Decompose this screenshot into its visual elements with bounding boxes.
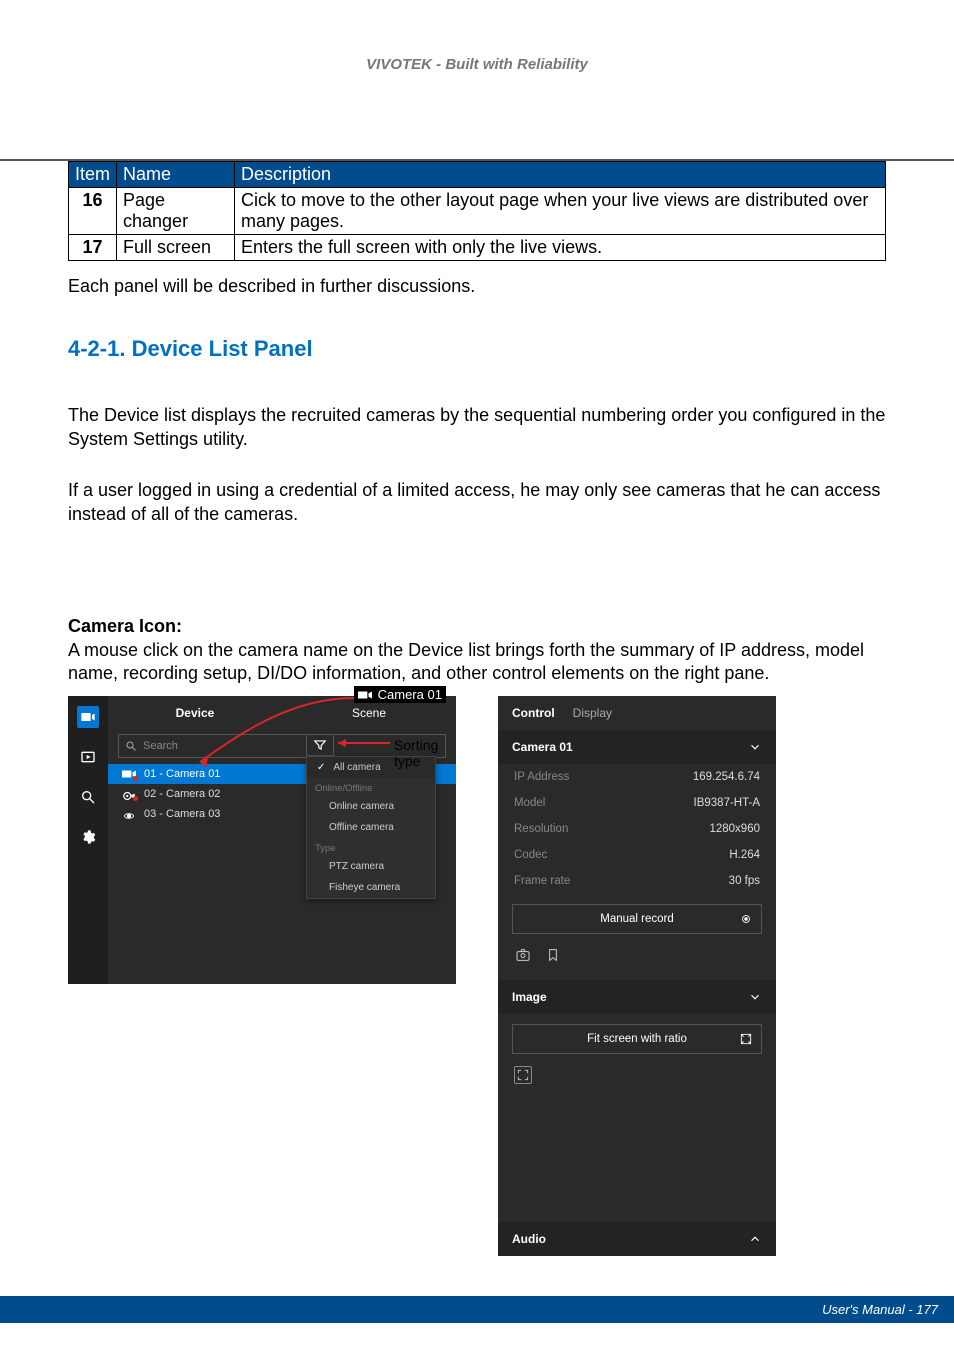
record-icon [739,912,753,926]
cell-item: 16 [69,188,117,235]
chevron-down-icon [748,740,762,754]
brand-header: VIVOTEK - Built with Reliability [0,0,954,81]
control-panel-screenshot: Control Display Camera 01 IP Address169.… [498,696,776,1256]
camera-icon-heading: Camera Icon: [68,616,886,637]
page-footer: User's Manual - 177 [0,1296,954,1323]
section-audio-header[interactable]: Audio [498,1222,776,1256]
fit-ratio-icon [739,1032,753,1046]
cell-desc: Cick to move to the other layout page wh… [235,188,886,235]
manual-record-button[interactable]: Manual record [512,904,762,934]
filter-button[interactable] [306,734,334,756]
search-placeholder: Search [143,740,178,752]
search-icon[interactable] [77,786,99,808]
filter-popup: All camera Online/Offline Online camera … [306,756,436,899]
section-camera-header[interactable]: Camera 01 [498,730,776,764]
section-image-header[interactable]: Image [498,980,776,1014]
device-panel-screenshot: Device Scene Search 01 - Camera 01 [68,696,456,984]
funnel-icon [313,738,327,752]
record-dot-icon [133,776,138,781]
search-icon [125,740,137,752]
kv-row: Frame rate30 fps [498,868,776,894]
kv-row: Resolution1280x960 [498,816,776,842]
settings-icon[interactable] [77,826,99,848]
playback-icon[interactable] [77,746,99,768]
filter-online[interactable]: Online camera [307,796,435,817]
paragraph: If a user logged in using a credential o… [68,479,886,526]
kv-row: ModelIB9387-HT-A [498,790,776,816]
section-title: Image [512,990,547,1004]
filter-section-label: Online/Offline [307,778,435,796]
snapshot-icon[interactable] [514,946,532,964]
table-row: 17 Full screen Enters the full screen wi… [69,235,886,261]
fullscreen-icon[interactable] [514,1066,532,1084]
filter-section-label: Type [307,838,435,856]
device-row-label: 01 - Camera 01 [144,768,220,780]
section-title: Camera 01 [512,740,573,754]
device-row-label: 03 - Camera 03 [144,808,220,820]
th-desc: Description [235,162,886,188]
record-dot-icon [133,796,138,801]
cell-name: Full screen [117,235,235,261]
ptz-camera-icon [122,789,136,799]
check-icon [317,762,327,773]
nav-column [68,696,108,984]
live-view-icon[interactable] [77,706,99,728]
chevron-up-icon [748,1232,762,1246]
th-name: Name [117,162,235,188]
tab-display[interactable]: Display [573,706,612,720]
kv-row: CodecH.264 [498,842,776,868]
paragraph: A mouse click on the camera name on the … [68,639,886,686]
th-item: Item [69,162,117,188]
device-row-label: 02 - Camera 02 [144,788,220,800]
fisheye-camera-icon [122,809,136,819]
section-heading: 4-2-1. Device List Panel [68,336,886,362]
table-row: 16 Page changer Cick to move to the othe… [69,188,886,235]
paragraph: Each panel will be described in further … [68,275,886,298]
cell-desc: Enters the full screen with only the liv… [235,235,886,261]
tab-control[interactable]: Control [512,706,555,720]
annotation-camera01: Camera 01 [354,686,446,703]
tab-device[interactable]: Device [108,706,282,720]
filter-fisheye[interactable]: Fisheye camera [307,877,435,898]
paragraph: The Device list displays the recruited c… [68,404,886,451]
annotation-sorting-type: Sorting type [390,736,456,770]
bookmark-icon[interactable] [544,946,562,964]
cell-item: 17 [69,235,117,261]
cell-name: Page changer [117,188,235,235]
kv-row: IP Address169.254.6.74 [498,764,776,790]
chevron-down-icon [748,990,762,1004]
fit-screen-button[interactable]: Fit screen with ratio [512,1024,762,1054]
filter-offline[interactable]: Offline camera [307,817,435,838]
tab-scene[interactable]: Scene [282,706,456,720]
filter-ptz[interactable]: PTZ camera [307,856,435,877]
box-camera-icon [122,769,136,779]
section-title: Audio [512,1232,546,1246]
feature-table: Item Name Description 16 Page changer Ci… [68,161,886,261]
